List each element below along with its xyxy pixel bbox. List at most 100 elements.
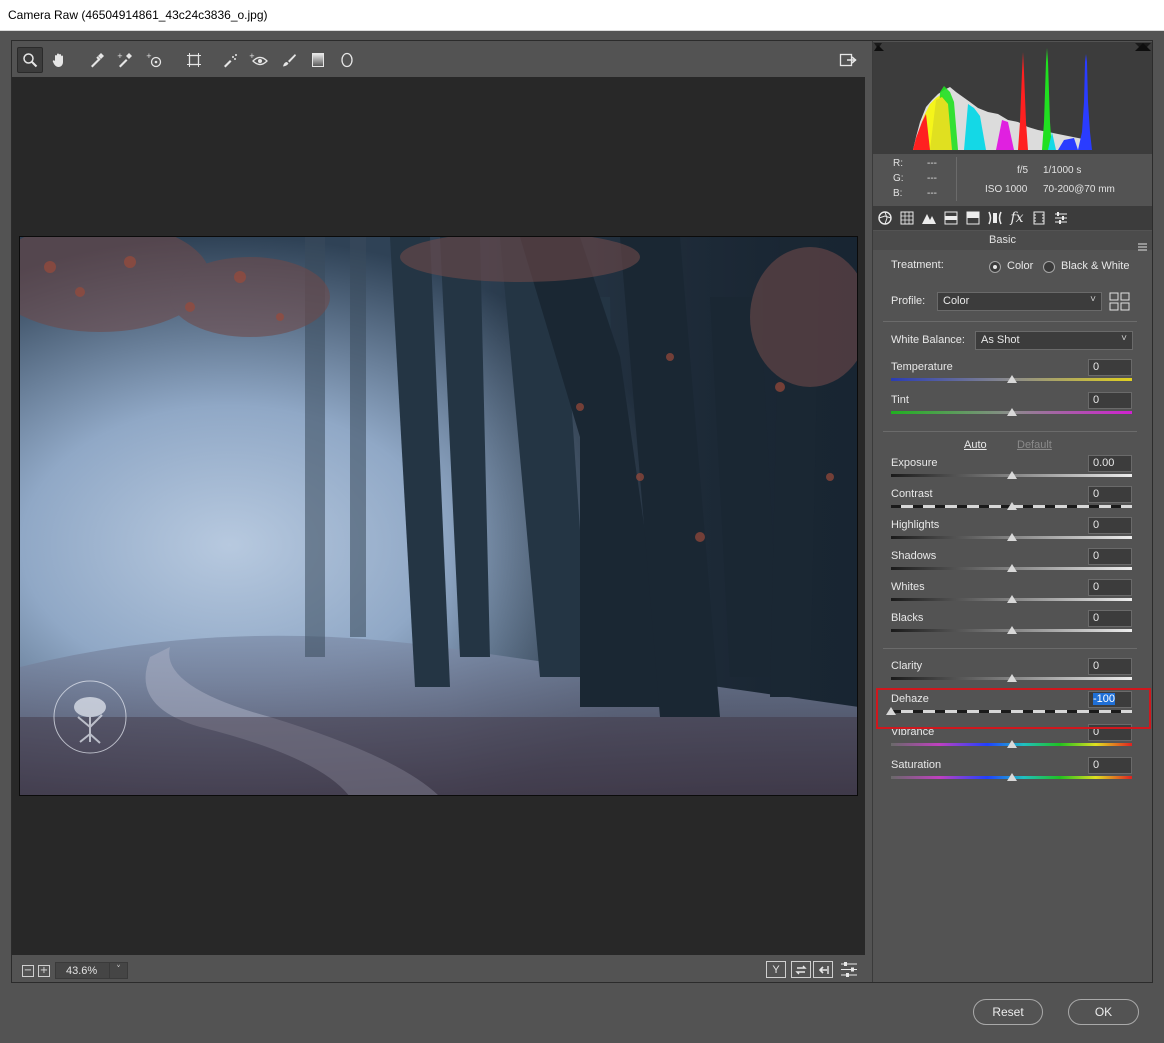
slider-value-shadows[interactable]: 0 bbox=[1088, 548, 1132, 565]
white-balance-select[interactable]: As Shot ˅ bbox=[975, 331, 1133, 350]
reset-button[interactable]: Reset bbox=[973, 999, 1043, 1025]
slider-value-contrast[interactable]: 0 bbox=[1088, 486, 1132, 503]
auto-link[interactable]: Auto bbox=[964, 439, 987, 451]
color-sampler-tool-icon[interactable]: + bbox=[112, 47, 138, 73]
slider-label-highlights: Highlights bbox=[891, 519, 940, 531]
slider-thumb-clarity[interactable] bbox=[1006, 674, 1017, 682]
slider-label-exposure: Exposure bbox=[891, 457, 938, 469]
panel-title: Basic bbox=[989, 234, 1016, 246]
window-title: Camera Raw (46504914861_43c24c3836_o.jpg… bbox=[8, 8, 268, 22]
panel-menu-icon[interactable] bbox=[1138, 236, 1147, 251]
slider-label-whites: Whites bbox=[891, 581, 925, 593]
chevron-down-icon: ˅ bbox=[109, 963, 127, 978]
chevron-down-icon: ˅ bbox=[1121, 333, 1127, 344]
treatment-bw-label[interactable]: Black & White bbox=[1061, 260, 1129, 272]
slider-value-saturation[interactable]: 0 bbox=[1088, 757, 1132, 774]
zoom-out-button[interactable]: − bbox=[22, 965, 34, 977]
zoom-tool-icon[interactable] bbox=[17, 47, 43, 73]
slider-value-text: 0 bbox=[1093, 488, 1100, 500]
detail-tab-icon[interactable] bbox=[920, 209, 938, 227]
slider-thumb-saturation[interactable] bbox=[1006, 773, 1017, 781]
slider-label-shadows: Shadows bbox=[891, 550, 937, 562]
white-balance-tool-icon[interactable] bbox=[84, 47, 110, 73]
treatment-color-radio[interactable] bbox=[989, 261, 1001, 273]
lens-corrections-tab-icon[interactable] bbox=[986, 209, 1004, 227]
slider-label-tint: Tint bbox=[891, 394, 909, 406]
red-eye-tool-icon[interactable]: + bbox=[246, 47, 272, 73]
separator bbox=[883, 648, 1137, 649]
before-after-view-button[interactable]: Y bbox=[766, 961, 786, 978]
slider-label-contrast: Contrast bbox=[891, 488, 933, 500]
slider-value-temperature[interactable]: 0 bbox=[1088, 359, 1132, 376]
slider-label-blacks: Blacks bbox=[891, 612, 924, 624]
basic-tab-icon[interactable] bbox=[876, 209, 894, 227]
aperture: f/5 bbox=[1017, 165, 1029, 176]
treatment-color-label[interactable]: Color bbox=[1007, 260, 1033, 272]
iso: ISO 1000 bbox=[985, 184, 1028, 195]
transform-tool-icon[interactable] bbox=[181, 47, 207, 73]
slider-thumb-blacks[interactable] bbox=[1006, 626, 1017, 634]
r-label: R: bbox=[893, 158, 903, 169]
photo-preview[interactable] bbox=[19, 236, 858, 796]
targeted-adjustment-tool-icon[interactable]: + bbox=[142, 47, 168, 73]
slider-value-blacks[interactable]: 0 bbox=[1088, 610, 1132, 627]
swap-icon[interactable] bbox=[791, 961, 811, 978]
radial-filter-tool-icon[interactable] bbox=[334, 47, 360, 73]
status-bar bbox=[12, 955, 865, 982]
svg-text:+: + bbox=[117, 52, 123, 60]
treatment-bw-radio[interactable] bbox=[1043, 261, 1055, 273]
graduated-filter-tool-icon[interactable] bbox=[305, 47, 331, 73]
slider-thumb-exposure[interactable] bbox=[1006, 471, 1017, 479]
toggle-settings-icon[interactable] bbox=[840, 961, 858, 978]
forest-photo bbox=[20, 237, 857, 795]
slider-thumb-tint[interactable] bbox=[1006, 408, 1017, 416]
g-label: G: bbox=[893, 173, 904, 184]
slider-label-saturation: Saturation bbox=[891, 759, 942, 771]
open-prefs-icon[interactable] bbox=[835, 47, 861, 73]
slider-label-temperature: Temperature bbox=[891, 361, 953, 373]
default-link[interactable]: Default bbox=[1017, 439, 1052, 451]
effects-tab-icon[interactable]: fx bbox=[1008, 209, 1026, 227]
slider-value-text: 0 bbox=[1093, 612, 1100, 624]
slider-value-text: 0 bbox=[1093, 361, 1100, 373]
ok-button[interactable]: OK bbox=[1068, 999, 1139, 1025]
profile-select[interactable]: Color ˅ bbox=[937, 292, 1102, 311]
hsl-tab-icon[interactable] bbox=[942, 209, 960, 227]
copy-settings-icon[interactable] bbox=[813, 961, 833, 978]
slider-thumb-whites[interactable] bbox=[1006, 595, 1017, 603]
slider-value-exposure[interactable]: 0.00 bbox=[1088, 455, 1132, 472]
zoom-in-button[interactable]: + bbox=[38, 965, 50, 977]
slider-value-tint[interactable]: 0 bbox=[1088, 392, 1132, 409]
zoom-level-select[interactable]: 43.6% ˅ bbox=[55, 962, 128, 979]
slider-value-highlights[interactable]: 0 bbox=[1088, 517, 1132, 534]
calibration-tab-icon[interactable] bbox=[1030, 209, 1048, 227]
split-toning-tab-icon[interactable] bbox=[964, 209, 982, 227]
slider-thumb-contrast[interactable] bbox=[1006, 502, 1017, 510]
svg-text:+: + bbox=[249, 52, 255, 60]
slider-value-text: 0 bbox=[1093, 519, 1100, 531]
slider-thumb-shadows[interactable] bbox=[1006, 564, 1017, 572]
toolbar: + + + bbox=[12, 41, 865, 77]
dehaze-highlight-box bbox=[876, 688, 1151, 729]
hand-tool-icon[interactable] bbox=[46, 47, 72, 73]
profile-browser-icon[interactable] bbox=[1109, 292, 1130, 311]
adjustment-brush-tool-icon[interactable] bbox=[276, 47, 302, 73]
spot-removal-tool-icon[interactable] bbox=[217, 47, 243, 73]
slider-thumb-vibrance[interactable] bbox=[1006, 740, 1017, 748]
profile-value: Color bbox=[943, 295, 970, 307]
slider-value-whites[interactable]: 0 bbox=[1088, 579, 1132, 596]
r-value: --- bbox=[927, 158, 937, 169]
camera-raw-window: Camera Raw (46504914861_43c24c3836_o.jpg… bbox=[0, 0, 1164, 1043]
slider-value-clarity[interactable]: 0 bbox=[1088, 658, 1132, 675]
tone-curve-tab-icon[interactable] bbox=[898, 209, 916, 227]
shutter-speed: 1/1000 s bbox=[1043, 165, 1082, 176]
panel-title-bar: Basic bbox=[873, 231, 1152, 251]
histogram bbox=[873, 42, 1152, 154]
presets-tab-icon[interactable] bbox=[1052, 209, 1070, 227]
svg-text:+: + bbox=[146, 52, 152, 60]
separator bbox=[883, 321, 1137, 322]
b-value: --- bbox=[927, 188, 937, 199]
slider-thumb-highlights[interactable] bbox=[1006, 533, 1017, 541]
info-divider bbox=[956, 157, 957, 201]
slider-thumb-temperature[interactable] bbox=[1006, 375, 1017, 383]
